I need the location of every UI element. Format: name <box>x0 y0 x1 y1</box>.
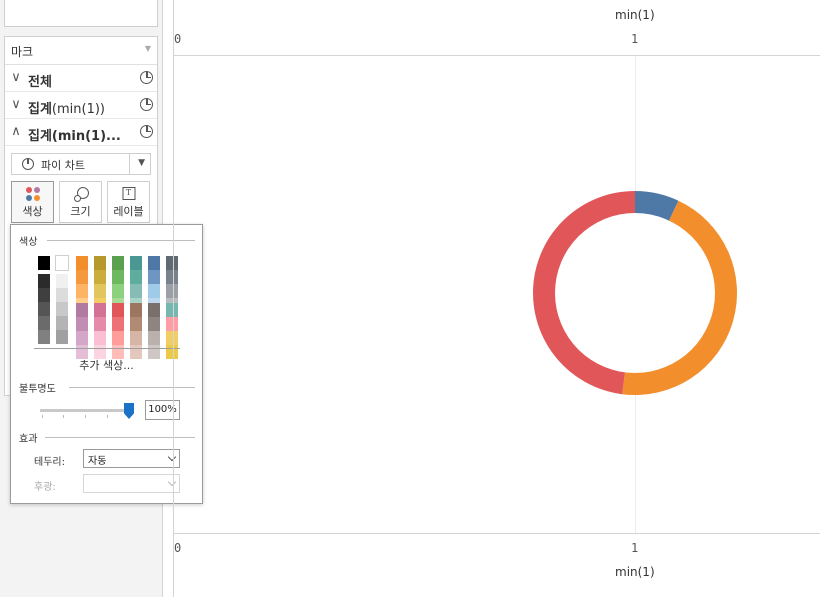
pie-chart-icon <box>140 71 153 84</box>
mark-type-dropdown[interactable]: 파이 차트 ▼ <box>11 153 151 175</box>
mark-row-label: 집계(min(1)) <box>28 102 105 117</box>
color-swatch[interactable] <box>148 284 160 298</box>
size-icon <box>73 187 89 202</box>
mark-row-agg-1[interactable]: ∨ 집계(min(1)) <box>5 92 157 119</box>
mark-row-label: 집계(min(1)... <box>28 129 121 144</box>
marks-header: 마크 ▼ <box>5 37 157 65</box>
effects-section-title: 효과 <box>19 434 38 445</box>
donut-hole <box>555 213 715 373</box>
color-swatch[interactable] <box>112 303 124 317</box>
color-swatch[interactable] <box>148 270 160 284</box>
color-swatch[interactable] <box>94 284 106 298</box>
color-swatch[interactable] <box>130 303 142 317</box>
color-swatch[interactable] <box>56 274 68 288</box>
color-swatch[interactable] <box>56 316 68 330</box>
color-swatch[interactable] <box>56 302 68 316</box>
pie-chart-icon <box>140 125 153 138</box>
marks-title: 마크 <box>11 45 34 59</box>
color-swatch[interactable] <box>112 331 124 345</box>
opacity-slider-track[interactable] <box>40 409 132 412</box>
color-button[interactable]: 색상 <box>11 181 54 223</box>
color-dots-icon <box>25 187 40 201</box>
color-swatch[interactable] <box>112 270 124 284</box>
bottom-axis-title: min(1) <box>615 565 655 579</box>
label-button-label: 레이블 <box>113 205 144 218</box>
color-swatch[interactable] <box>38 274 50 288</box>
color-swatch[interactable] <box>38 330 50 344</box>
color-swatch[interactable] <box>76 270 88 284</box>
color-swatch[interactable] <box>94 331 106 345</box>
color-swatch[interactable] <box>148 256 160 270</box>
color-swatch[interactable] <box>148 331 160 345</box>
bottom-tick-1: 1 <box>631 541 639 555</box>
color-swatch[interactable] <box>94 270 106 284</box>
color-swatch[interactable] <box>76 331 88 345</box>
mark-row-agg-2[interactable]: ∧ 집계(min(1)... <box>5 119 157 146</box>
palette-divider <box>34 348 180 349</box>
color-swatch[interactable] <box>112 256 124 270</box>
dropdown-separator <box>129 154 130 174</box>
color-swatch[interactable] <box>130 256 142 270</box>
opacity-section-title: 불투명도 <box>19 384 56 395</box>
color-swatch[interactable] <box>76 256 88 270</box>
color-swatch[interactable] <box>76 317 88 331</box>
pie-chart-icon <box>22 158 34 170</box>
halo-select[interactable] <box>83 474 180 493</box>
chevron-down-icon[interactable]: ∨ <box>10 70 22 86</box>
pie-chart-icon <box>140 98 153 111</box>
slider-tick <box>85 415 86 418</box>
color-swatch[interactable] <box>76 303 88 317</box>
mark-row-label: 전체 <box>28 75 52 90</box>
color-swatch[interactable] <box>148 303 160 317</box>
halo-label: 후광: <box>34 482 56 493</box>
mark-type-label: 파이 차트 <box>41 159 85 172</box>
chevron-up-icon[interactable]: ∧ <box>10 124 22 140</box>
color-swatch[interactable] <box>56 330 68 344</box>
color-section-title: 색상 <box>19 237 38 248</box>
color-swatch[interactable] <box>112 317 124 331</box>
color-swatch[interactable] <box>130 270 142 284</box>
size-button[interactable]: 크기 <box>59 181 102 223</box>
color-swatch[interactable] <box>94 303 106 317</box>
marks-menu-arrow-icon[interactable]: ▼ <box>145 44 151 53</box>
slider-tick <box>63 415 64 418</box>
label-button[interactable]: T 레이블 <box>107 181 150 223</box>
color-swatch[interactable] <box>38 302 50 316</box>
label-text-icon: T <box>122 187 135 200</box>
mark-row-all[interactable]: ∨ 전체 <box>5 65 157 92</box>
color-swatch[interactable] <box>55 255 69 271</box>
chevron-down-icon[interactable]: ∨ <box>10 97 22 113</box>
slider-tick <box>42 415 43 418</box>
size-button-label: 크기 <box>70 205 91 218</box>
opacity-slider-fill <box>40 409 132 412</box>
color-swatch[interactable] <box>148 317 160 331</box>
color-swatch[interactable] <box>94 317 106 331</box>
color-swatch[interactable] <box>112 284 124 298</box>
border-label: 테두리: <box>34 457 65 468</box>
color-swatch[interactable] <box>38 288 50 302</box>
opacity-slider-thumb[interactable] <box>124 403 134 419</box>
bottom-tick-0: 0 <box>174 541 182 555</box>
color-swatch[interactable] <box>38 256 50 270</box>
border-select-value: 자동 <box>88 456 107 467</box>
color-swatch[interactable] <box>130 284 142 298</box>
chart-area: min(1) 0 1 0 1 min(1) <box>173 0 820 597</box>
color-swatch[interactable] <box>56 288 68 302</box>
color-swatch[interactable] <box>38 316 50 330</box>
color-swatch[interactable] <box>130 331 142 345</box>
filters-card <box>4 0 158 27</box>
color-swatch[interactable] <box>94 256 106 270</box>
color-swatch[interactable] <box>130 317 142 331</box>
chevron-down-icon[interactable]: ▼ <box>138 158 145 168</box>
slider-tick <box>107 415 108 418</box>
color-button-label: 색상 <box>22 205 43 218</box>
border-select[interactable]: 자동 <box>83 449 180 468</box>
pie-plot <box>173 0 820 597</box>
color-swatch[interactable] <box>76 284 88 298</box>
